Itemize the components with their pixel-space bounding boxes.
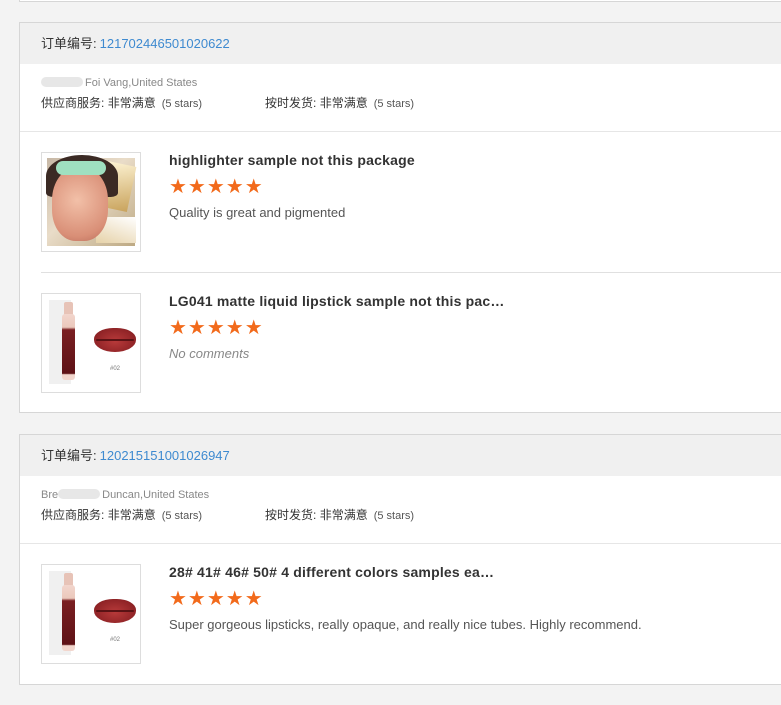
- order-header: 订单编号: 121702446501020622: [20, 23, 781, 64]
- on-time-value: 非常满意: [319, 96, 368, 110]
- buyer-name: Foi Vang,United States: [41, 76, 781, 90]
- order-number-label: 订单编号:: [41, 36, 97, 51]
- order-number-label: 订单编号:: [41, 448, 97, 463]
- product-image-lipstick[interactable]: #02: [41, 564, 141, 664]
- shade-label: #02: [110, 637, 121, 643]
- buyer-info: Foi Vang,United States 供应商服务: 非常满意 (5 sta…: [20, 64, 781, 132]
- buyer-name: Bre Duncan,United States: [41, 489, 210, 501]
- order-number-link[interactable]: 120215151001026947: [100, 448, 230, 463]
- supplier-service-label: 供应商服务:: [41, 96, 105, 110]
- previous-order-card-edge: [19, 0, 781, 2]
- shade-label: #02: [110, 366, 121, 372]
- seller-ratings: 供应商服务: 非常满意 (5 stars) 按时发货: 非常满意 (5 stars): [41, 94, 781, 113]
- order-number-link[interactable]: 121702446501020622: [100, 36, 230, 51]
- review-item: #02 LG041 matte liquid lipstick sample n…: [20, 273, 781, 414]
- star-rating: ★★★★★: [169, 317, 264, 339]
- star-rating: ★★★★★: [169, 588, 264, 610]
- buyer-info: Bre Duncan,United States 供应商服务: 非常满意 (5 st…: [20, 476, 781, 544]
- redacted-name: [58, 489, 101, 499]
- order-card: 订单编号: 121702446501020622 Foi Vang,United …: [19, 22, 781, 413]
- redacted-name: [41, 77, 83, 87]
- supplier-service-stars: (5 stars): [161, 510, 203, 522]
- review-info: LG041 matte liquid lipstick sample not t…: [169, 293, 505, 361]
- review-info: highlighter sample not this package ★★★★…: [169, 152, 415, 220]
- on-time-rating: 按时发货: 非常满意 (5 stars): [265, 506, 414, 525]
- review-item: highlighter sample not this package ★★★★…: [41, 132, 781, 273]
- on-time-label: 按时发货:: [265, 508, 317, 522]
- review-comment: Super gorgeous lipsticks, really opaque,…: [169, 617, 642, 632]
- supplier-service-value: 非常满意: [107, 96, 156, 110]
- order-header: 订单编号: 120215151001026947: [20, 435, 781, 476]
- product-title[interactable]: highlighter sample not this package: [169, 152, 415, 168]
- product-title[interactable]: 28# 41# 46# 50# 4 different colors sampl…: [169, 564, 642, 580]
- on-time-value: 非常满意: [319, 508, 368, 522]
- supplier-service-value: 非常满意: [107, 508, 156, 522]
- supplier-service-stars: (5 stars): [161, 98, 203, 110]
- on-time-label: 按时发货:: [265, 96, 317, 110]
- on-time-stars: (5 stars): [373, 98, 415, 110]
- review-info: 28# 41# 46# 50# 4 different colors sampl…: [169, 564, 642, 632]
- product-image-lipstick[interactable]: #02: [41, 293, 141, 393]
- review-comment: Quality is great and pigmented: [169, 205, 346, 220]
- product-image-highlighter[interactable]: [41, 152, 141, 252]
- on-time-stars: (5 stars): [373, 510, 415, 522]
- review-item: #02 28# 41# 46# 50# 4 different colors s…: [20, 544, 781, 685]
- review-comment: No comments: [169, 346, 250, 361]
- product-title[interactable]: LG041 matte liquid lipstick sample not t…: [169, 293, 505, 309]
- seller-ratings: 供应商服务: 非常满意 (5 stars) 按时发货: 非常满意 (5 stars): [41, 506, 781, 525]
- order-card: 订单编号: 120215151001026947 Bre Duncan,United…: [19, 434, 781, 685]
- on-time-rating: 按时发货: 非常满意 (5 stars): [265, 94, 414, 113]
- star-rating: ★★★★★: [169, 176, 264, 198]
- supplier-service-label: 供应商服务:: [41, 508, 105, 522]
